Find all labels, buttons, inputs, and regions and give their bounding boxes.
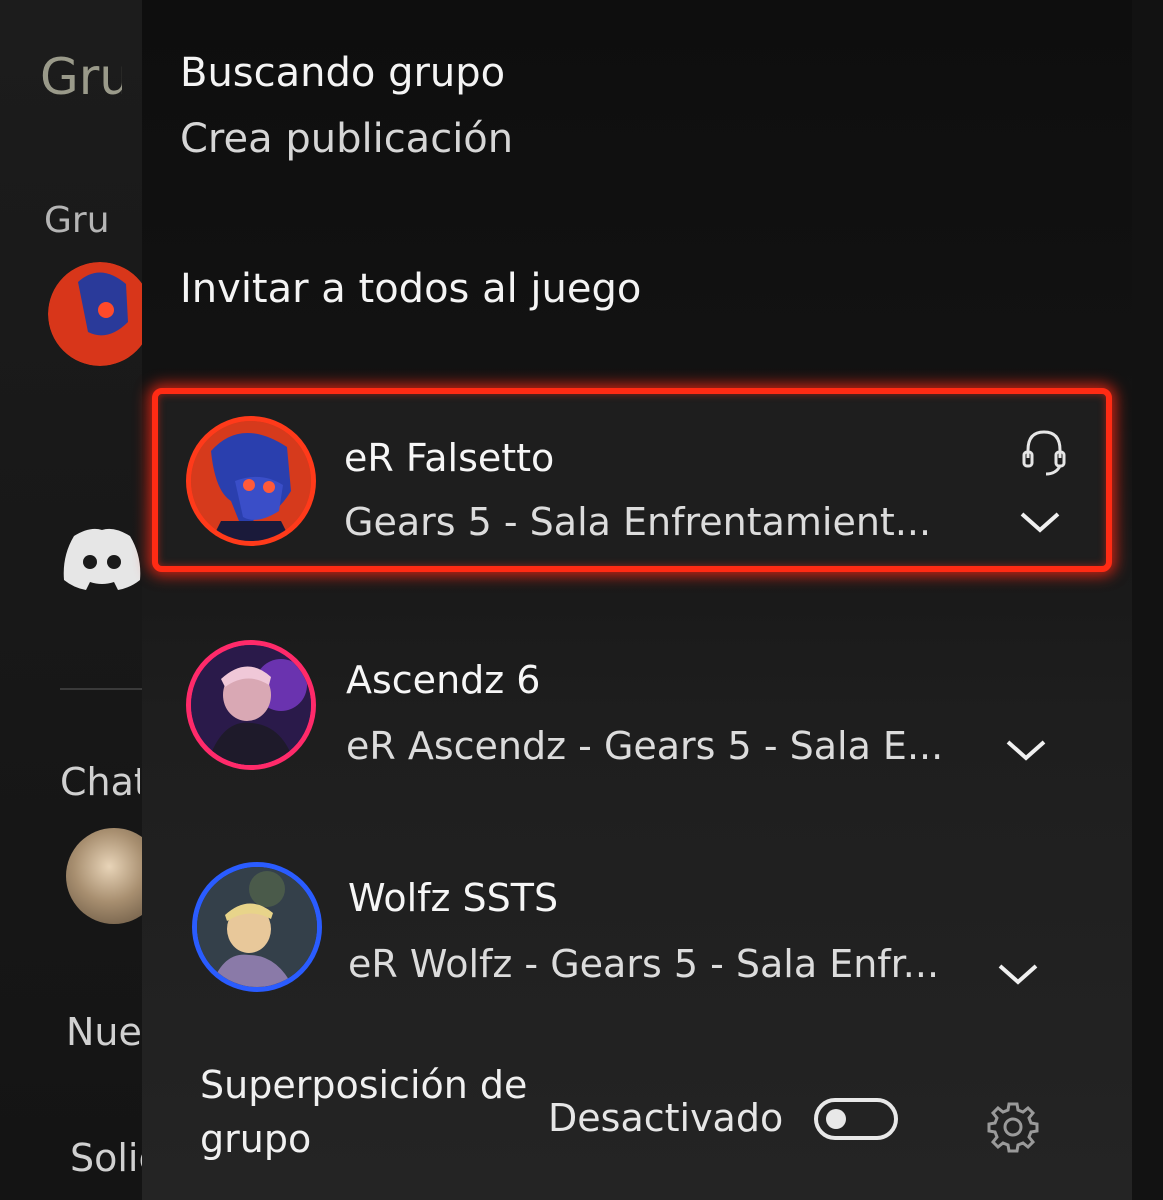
guide-new-item[interactable]: Nue bbox=[66, 1010, 148, 1054]
member-status: eR Ascendz - Gears 5 - Sala E... bbox=[346, 724, 944, 768]
party-member-row[interactable]: Ascendz 6 eR Ascendz - Gears 5 - Sala E.… bbox=[152, 622, 1112, 806]
party-member-row[interactable]: eR Falsetto Gears 5 - Sala Enfrentamient… bbox=[152, 388, 1112, 572]
headset-icon bbox=[1022, 430, 1066, 476]
member-status: eR Wolfz - Gears 5 - Sala Enfr... bbox=[348, 942, 940, 986]
member-avatar bbox=[192, 862, 322, 992]
gear-icon[interactable] bbox=[986, 1100, 1040, 1154]
party-overlay-toggle[interactable] bbox=[814, 1098, 898, 1140]
guide-chats-heading: Chat bbox=[60, 760, 140, 804]
chevron-down-icon[interactable] bbox=[996, 960, 1040, 988]
party-overlay-label: Superposición de grupo bbox=[200, 1063, 528, 1161]
guide-divider bbox=[60, 688, 150, 690]
member-gamertag: Ascendz 6 bbox=[346, 658, 541, 702]
chevron-down-icon[interactable] bbox=[1004, 736, 1048, 764]
guide-background-panel: Gru Gru Chat Nue Solic bbox=[0, 0, 162, 1200]
party-member-row[interactable]: Wolfz SSTS eR Wolfz - Gears 5 - Sala Enf… bbox=[152, 840, 1112, 1024]
lfg-menu-item[interactable]: Buscando grupo bbox=[180, 50, 505, 96]
lfg-subtitle: Crea publicación bbox=[180, 116, 514, 162]
party-overlay-state: Desactivado bbox=[548, 1096, 784, 1140]
guide-section-heading: Gru bbox=[44, 200, 110, 241]
member-avatar bbox=[186, 416, 316, 546]
discord-icon[interactable] bbox=[60, 522, 144, 592]
member-gamertag: Wolfz SSTS bbox=[348, 876, 559, 920]
member-avatar bbox=[186, 640, 316, 770]
chevron-down-icon[interactable] bbox=[1018, 508, 1062, 536]
member-gamertag: eR Falsetto bbox=[344, 436, 555, 480]
toggle-knob bbox=[826, 1109, 846, 1129]
member-status: Gears 5 - Sala Enfrentamient... bbox=[344, 500, 932, 544]
invite-all-to-game-button[interactable]: Invitar a todos al juego bbox=[180, 266, 641, 312]
guide-requests-item[interactable]: Solic bbox=[70, 1136, 150, 1180]
guide-title: Gru bbox=[40, 48, 122, 106]
party-avatar[interactable] bbox=[48, 262, 152, 366]
